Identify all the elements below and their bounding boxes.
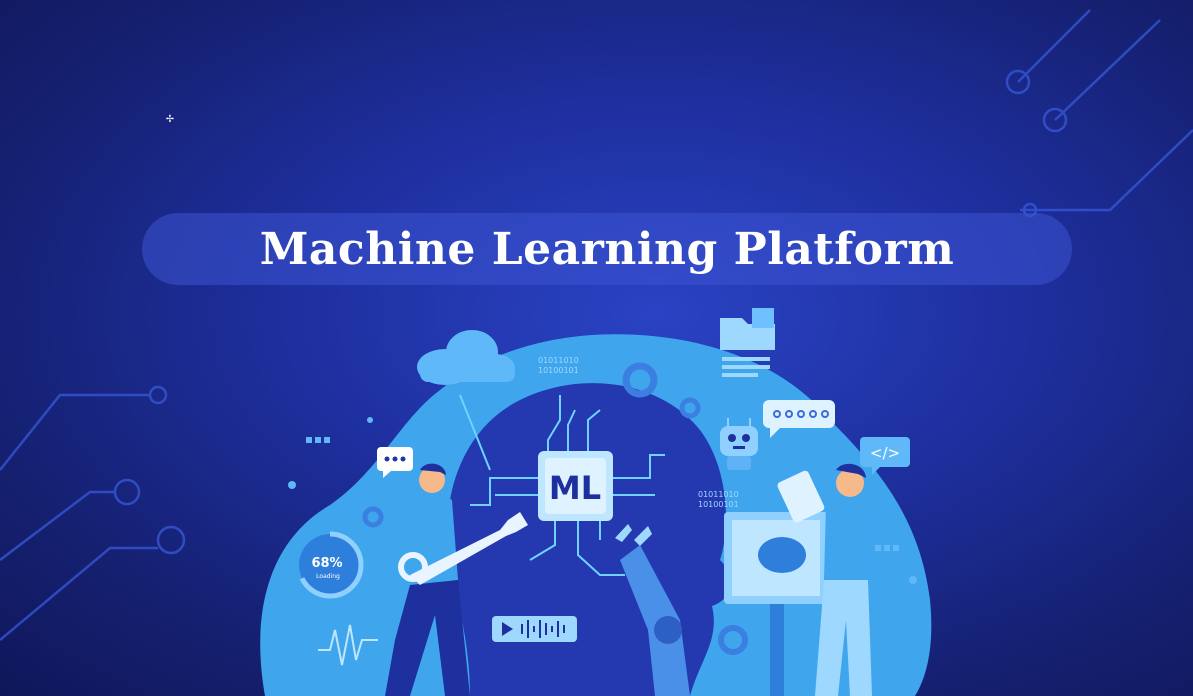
- move-cursor-icon: ✢: [166, 111, 174, 126]
- loading-gauge: 68% Loading: [296, 531, 364, 599]
- binary-line: 10100101: [538, 366, 579, 375]
- code-icon-label: </>: [870, 444, 900, 462]
- brain-icon: [758, 537, 806, 573]
- folder-icon: [720, 308, 775, 377]
- illustration: </> ML 01011010 10100101 01011010 101001…: [0, 9, 1193, 696]
- title-banner: Machine Learning Platform: [142, 213, 1072, 285]
- binary-line: 10100101: [698, 500, 739, 509]
- cloud-icon: [417, 330, 515, 385]
- binary-line: 01011010: [538, 356, 579, 365]
- binary-line: 01011010: [698, 490, 739, 499]
- gauge-value: 68%: [311, 556, 342, 571]
- page-title: Machine Learning Platform: [259, 223, 955, 275]
- gauge-caption: Loading: [316, 573, 340, 580]
- chip-label: ML: [549, 469, 601, 507]
- binary-text-right: 01011010 10100101: [698, 490, 739, 509]
- binary-text-top: 01011010 10100101: [538, 356, 579, 375]
- audio-player: [492, 616, 577, 642]
- ml-chip: ML: [538, 451, 613, 521]
